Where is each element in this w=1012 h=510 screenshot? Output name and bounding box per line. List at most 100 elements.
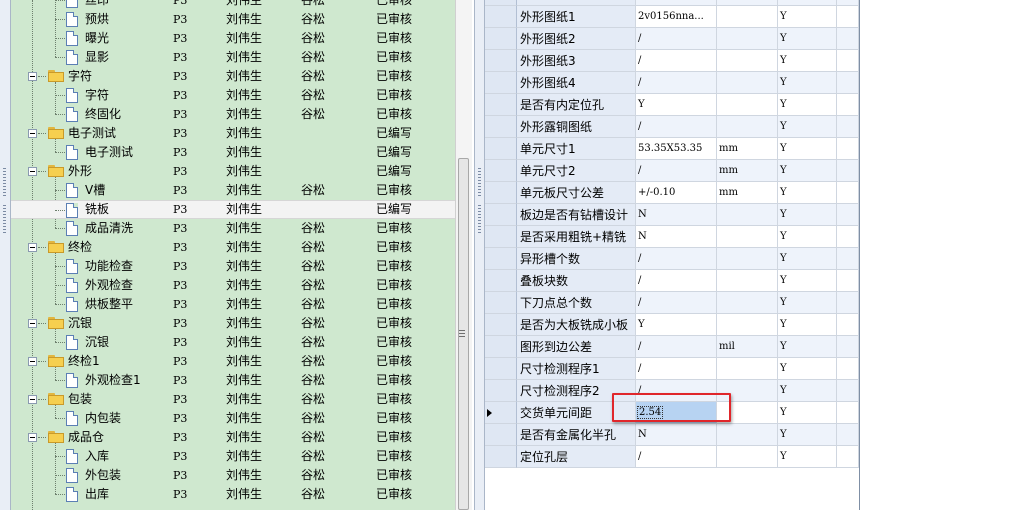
- param-value-cell[interactable]: /: [636, 292, 717, 314]
- grid-row[interactable]: 外形图纸1 2v0156nna... Y: [485, 6, 859, 28]
- param-value-cell[interactable]: /: [636, 72, 717, 94]
- param-flag-cell[interactable]: Y: [778, 182, 837, 204]
- row-header[interactable]: [485, 50, 517, 72]
- grid-row[interactable]: 外形图纸2 / Y: [485, 28, 859, 50]
- tree-step-row[interactable]: 外包装 P3 刘伟生 谷松 已审核: [11, 466, 455, 485]
- tree-step-row[interactable]: 功能检查 P3 刘伟生 谷松 已审核: [11, 257, 455, 276]
- grid-row[interactable]: 尺寸检测程序1 / Y: [485, 358, 859, 380]
- grid-row[interactable]: 单元尺寸2 / mm Y: [485, 160, 859, 182]
- param-flag-cell[interactable]: Y: [778, 94, 837, 116]
- param-flag-cell[interactable]: Y: [778, 314, 837, 336]
- tree-group-row[interactable]: 电子测试 P3 刘伟生 已编写: [11, 124, 455, 143]
- row-header[interactable]: [485, 248, 517, 270]
- tree-step-row[interactable]: 烘板整平 P3 刘伟生 谷松 已审核: [11, 295, 455, 314]
- param-flag-cell[interactable]: Y: [778, 424, 837, 446]
- grid-row[interactable]: 是否为大板铣成小板 Y Y: [485, 314, 859, 336]
- row-header[interactable]: [485, 182, 517, 204]
- left-splitter-bar[interactable]: [0, 0, 11, 510]
- collapse-toggle-icon[interactable]: [28, 433, 37, 442]
- param-flag-cell[interactable]: Y: [778, 72, 837, 94]
- row-header[interactable]: [485, 446, 517, 468]
- param-value-cell[interactable]: N: [636, 226, 717, 248]
- parameter-grid[interactable]: 外形图纸1 2v0156nna... Y 外形图纸2/Y 外形图纸3/Y 外形图纸4/Y 是…: [485, 0, 860, 510]
- grid-row[interactable]: 异形槽个数 / Y: [485, 248, 859, 270]
- tree-step-row[interactable]: 外观检查1 P3 刘伟生 谷松 已审核: [11, 371, 455, 390]
- grid-row[interactable]: 单元尺寸1 53.35X53.35 mm Y: [485, 138, 859, 160]
- row-header[interactable]: [485, 402, 517, 424]
- row-header[interactable]: [485, 336, 517, 358]
- collapse-toggle-icon[interactable]: [28, 357, 37, 366]
- param-flag-cell[interactable]: Y: [778, 138, 837, 160]
- collapse-toggle-icon[interactable]: [28, 72, 37, 81]
- tree-step-row[interactable]: 终固化 P3 刘伟生 谷松 已审核: [11, 105, 455, 124]
- row-header[interactable]: [485, 28, 517, 50]
- grid-row[interactable]: 外形露铜图纸 / Y: [485, 116, 859, 138]
- param-flag-cell[interactable]: Y: [778, 270, 837, 292]
- tree-step-row[interactable]: 沉银 P3 刘伟生 谷松 已审核: [11, 333, 455, 352]
- tree-step-row[interactable]: 成品清洗 P3 刘伟生 谷松 已审核: [11, 219, 455, 238]
- tree-step-row[interactable]: 字符 P3 刘伟生 谷松 已审核: [11, 86, 455, 105]
- tree-group-row[interactable]: 终检 P3 刘伟生 谷松 已审核: [11, 238, 455, 257]
- tree-step-row[interactable]: 显影 P3 刘伟生 谷松 已审核: [11, 48, 455, 67]
- tree-step-row[interactable]: 预烘 P3 刘伟生 谷松 已审核: [11, 10, 455, 29]
- collapse-toggle-icon[interactable]: [28, 129, 37, 138]
- tree-step-row[interactable]: 入库 P3 刘伟生 谷松 已审核: [11, 447, 455, 466]
- param-value-cell[interactable]: /: [636, 28, 717, 50]
- tree-group-row[interactable]: 外形 P3 刘伟生 已编写: [11, 162, 455, 181]
- param-value-cell[interactable]: /: [636, 160, 717, 182]
- param-value-cell[interactable]: /: [636, 336, 717, 358]
- param-flag-cell[interactable]: Y: [778, 50, 837, 72]
- param-flag-cell[interactable]: Y: [778, 160, 837, 182]
- row-header[interactable]: [485, 314, 517, 336]
- grid-row[interactable]: 图形到边公差 / mil Y: [485, 336, 859, 358]
- param-flag-cell[interactable]: Y: [778, 446, 837, 468]
- tree-step-row[interactable]: 铣板 P3 刘伟生 已编写: [11, 200, 455, 219]
- param-value-cell[interactable]: /: [636, 358, 717, 380]
- grid-row[interactable]: 下刀点总个数 / Y: [485, 292, 859, 314]
- param-flag-cell[interactable]: Y: [778, 292, 837, 314]
- param-value-cell[interactable]: /: [636, 446, 717, 468]
- tree-group-row[interactable]: 字符 P3 刘伟生 谷松 已审核: [11, 67, 455, 86]
- param-flag-cell[interactable]: Y: [778, 116, 837, 138]
- param-flag-cell[interactable]: Y: [778, 248, 837, 270]
- param-value-cell[interactable]: Y: [636, 94, 717, 116]
- tree-step-row[interactable]: V槽 P3 刘伟生 谷松 已审核: [11, 181, 455, 200]
- param-value-cell[interactable]: /: [636, 270, 717, 292]
- grid-row[interactable]: 叠板块数 / Y: [485, 270, 859, 292]
- param-value-cell[interactable]: /: [636, 248, 717, 270]
- collapse-toggle-icon[interactable]: [28, 243, 37, 252]
- param-flag-cell[interactable]: Y: [778, 28, 837, 50]
- row-header[interactable]: [485, 160, 517, 182]
- param-flag-cell[interactable]: Y: [778, 6, 837, 28]
- tree-step-row[interactable]: 出库 P3 刘伟生 谷松 已审核: [11, 485, 455, 504]
- param-flag-cell[interactable]: Y: [778, 358, 837, 380]
- param-value-cell[interactable]: /: [636, 116, 717, 138]
- param-value-cell[interactable]: /: [636, 50, 717, 72]
- param-value-cell[interactable]: N: [636, 424, 717, 446]
- collapse-toggle-icon[interactable]: [28, 167, 37, 176]
- grid-row[interactable]: 单元板尺寸公差 +/-0.10 mm Y: [485, 182, 859, 204]
- row-header[interactable]: [485, 72, 517, 94]
- param-value-cell[interactable]: 53.35X53.35: [636, 138, 717, 160]
- row-header[interactable]: [485, 204, 517, 226]
- grid-row[interactable]: 定位孔层 / Y: [485, 446, 859, 468]
- tree-step-row[interactable]: 丝印 P3 刘伟生 谷松 已审核: [11, 0, 455, 10]
- right-splitter-bar[interactable]: [474, 0, 485, 510]
- param-flag-cell[interactable]: Y: [778, 402, 837, 424]
- param-flag-cell[interactable]: Y: [778, 380, 837, 402]
- tree-group-row[interactable]: 终检1 P3 刘伟生 谷松 已审核: [11, 352, 455, 371]
- process-tree-panel[interactable]: 丝印 P3 刘伟生 谷松 已审核 预烘 P3 刘伟生 谷松 已审核 曝光 P3 刘伟生 谷松 已审核 显影 P3…: [11, 0, 455, 510]
- row-header[interactable]: [485, 116, 517, 138]
- tree-group-row[interactable]: 包装 P3 刘伟生 谷松 已审核: [11, 390, 455, 409]
- param-value-cell[interactable]: N: [636, 204, 717, 226]
- row-header[interactable]: [485, 138, 517, 160]
- grid-row[interactable]: 外形图纸4 / Y: [485, 72, 859, 94]
- grid-row[interactable]: 是否有内定位孔 Y Y: [485, 94, 859, 116]
- row-header[interactable]: [485, 270, 517, 292]
- row-header[interactable]: [485, 226, 517, 248]
- param-value-cell[interactable]: Y: [636, 314, 717, 336]
- row-header[interactable]: [485, 94, 517, 116]
- tree-step-row[interactable]: 外观检查 P3 刘伟生 谷松 已审核: [11, 276, 455, 295]
- collapse-toggle-icon[interactable]: [28, 319, 37, 328]
- collapse-toggle-icon[interactable]: [28, 395, 37, 404]
